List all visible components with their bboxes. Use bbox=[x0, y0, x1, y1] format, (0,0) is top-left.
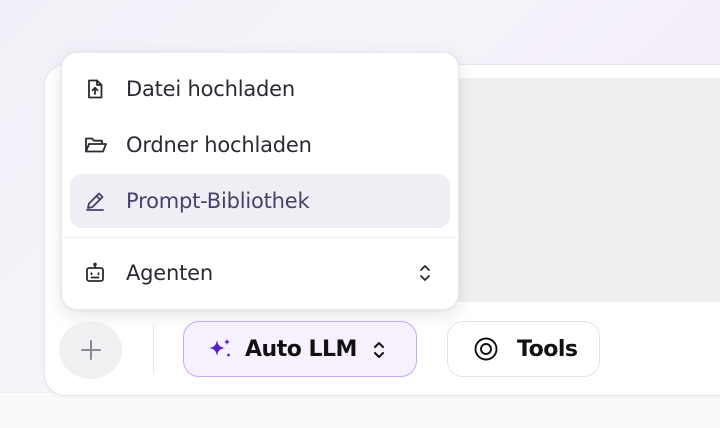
menu-item-label: Prompt-Bibliothek bbox=[126, 189, 310, 213]
menu-item-upload-folder[interactable]: Ordner hochladen bbox=[70, 118, 450, 172]
menu-item-label: Ordner hochladen bbox=[126, 133, 312, 157]
chevron-up-down-icon bbox=[418, 262, 432, 284]
page-footer-strip bbox=[0, 392, 720, 428]
model-selector-button[interactable]: Auto LLM bbox=[183, 321, 417, 377]
toolbar-separator bbox=[153, 326, 154, 374]
menu-item-label: Datei hochladen bbox=[126, 77, 295, 101]
chevron-up-down-icon bbox=[372, 338, 386, 362]
robot-icon bbox=[84, 262, 106, 284]
attach-menu: Datei hochladen Ordner hochladen Prompt-… bbox=[61, 52, 459, 310]
menu-item-label: Agenten bbox=[126, 261, 213, 285]
tools-label: Tools bbox=[517, 336, 578, 362]
pen-icon bbox=[84, 190, 106, 212]
plus-icon bbox=[79, 338, 103, 362]
menu-item-prompt-library[interactable]: Prompt-Bibliothek bbox=[70, 174, 450, 228]
file-upload-icon bbox=[84, 78, 106, 100]
sparkle-icon bbox=[206, 337, 234, 363]
menu-item-upload-file[interactable]: Datei hochladen bbox=[70, 62, 450, 116]
add-attachment-button[interactable] bbox=[59, 321, 122, 379]
menu-item-agents[interactable]: Agenten bbox=[70, 246, 450, 300]
model-selector-label: Auto LLM bbox=[245, 336, 357, 362]
menu-divider bbox=[63, 237, 457, 238]
tools-button[interactable]: Tools bbox=[447, 321, 600, 377]
tools-target-icon bbox=[473, 336, 499, 362]
folder-open-icon bbox=[84, 134, 107, 156]
